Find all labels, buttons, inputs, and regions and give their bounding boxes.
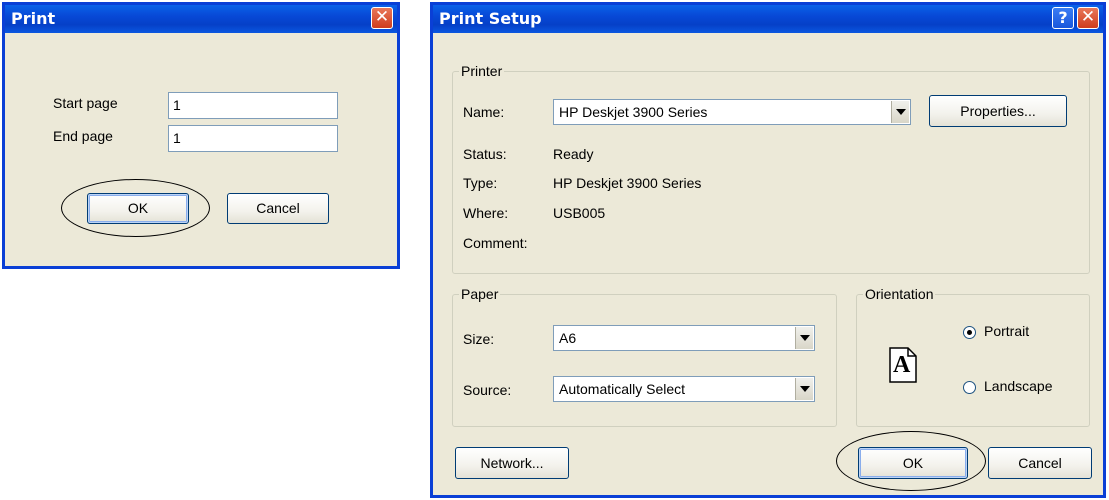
type-value: HP Deskjet 3900 Series: [553, 175, 702, 191]
close-icon[interactable]: ✕: [371, 7, 393, 29]
print-setup-dialog: Print Setup ? ✕ Printer Name: HP Deskjet…: [430, 2, 1106, 498]
printer-name-value: HP Deskjet 3900 Series: [559, 104, 708, 120]
paper-group: Paper Size: A6 Source: Automatically Sel…: [452, 285, 837, 427]
name-label: Name:: [463, 104, 505, 120]
page-letter: A: [893, 352, 911, 378]
portrait-label[interactable]: Portrait: [984, 323, 1029, 339]
cancel-button[interactable]: Cancel: [227, 193, 329, 224]
start-page-label: Start page: [53, 95, 118, 111]
where-value: USB005: [553, 205, 606, 221]
properties-button[interactable]: Properties...: [929, 95, 1067, 127]
printer-group-title: Printer: [459, 62, 505, 80]
landscape-label[interactable]: Landscape: [984, 378, 1053, 394]
end-page-label: End page: [53, 128, 113, 144]
print-dialog-titlebar[interactable]: Print ✕: [5, 5, 397, 33]
portrait-radio[interactable]: [963, 326, 976, 339]
chevron-down-icon[interactable]: [795, 378, 813, 400]
status-label: Status:: [463, 146, 507, 162]
print-setup-titlebar[interactable]: Print Setup ? ✕: [433, 5, 1103, 33]
end-page-input[interactable]: 1: [168, 125, 338, 152]
where-label: Where:: [463, 205, 509, 221]
comment-label: Comment:: [463, 235, 528, 251]
paper-source-value: Automatically Select: [559, 381, 686, 397]
chevron-down-icon[interactable]: [795, 327, 813, 349]
print-dialog: Print ✕ Start page 1 End page 1 OK Cance…: [2, 2, 400, 269]
help-icon[interactable]: ?: [1052, 7, 1074, 29]
network-button[interactable]: Network...: [455, 447, 569, 479]
type-label: Type:: [463, 175, 498, 191]
print-dialog-title: Print: [11, 9, 56, 28]
paper-size-value: A6: [559, 330, 577, 346]
size-label: Size:: [463, 331, 495, 347]
paper-group-title: Paper: [459, 285, 501, 303]
orientation-group: Orientation A Portrait Landscape: [856, 285, 1090, 427]
print-setup-title: Print Setup: [439, 9, 542, 28]
close-icon[interactable]: ✕: [1077, 7, 1099, 29]
ok-button[interactable]: OK: [858, 447, 968, 479]
cancel-button[interactable]: Cancel: [988, 447, 1092, 479]
ok-button[interactable]: OK: [87, 193, 189, 224]
paper-size-select[interactable]: A6: [553, 325, 815, 351]
chevron-down-icon[interactable]: [891, 101, 909, 123]
paper-source-select[interactable]: Automatically Select: [553, 376, 815, 402]
orientation-group-title: Orientation: [863, 285, 936, 303]
landscape-radio[interactable]: [963, 381, 976, 394]
source-label: Source:: [463, 382, 512, 398]
printer-name-select[interactable]: HP Deskjet 3900 Series: [553, 99, 911, 125]
printer-group: Printer Name: HP Deskjet 3900 Series Pro…: [452, 62, 1090, 274]
start-page-input[interactable]: 1: [168, 92, 338, 119]
page-orientation-icon: A: [889, 347, 917, 383]
status-value: Ready: [553, 146, 594, 162]
